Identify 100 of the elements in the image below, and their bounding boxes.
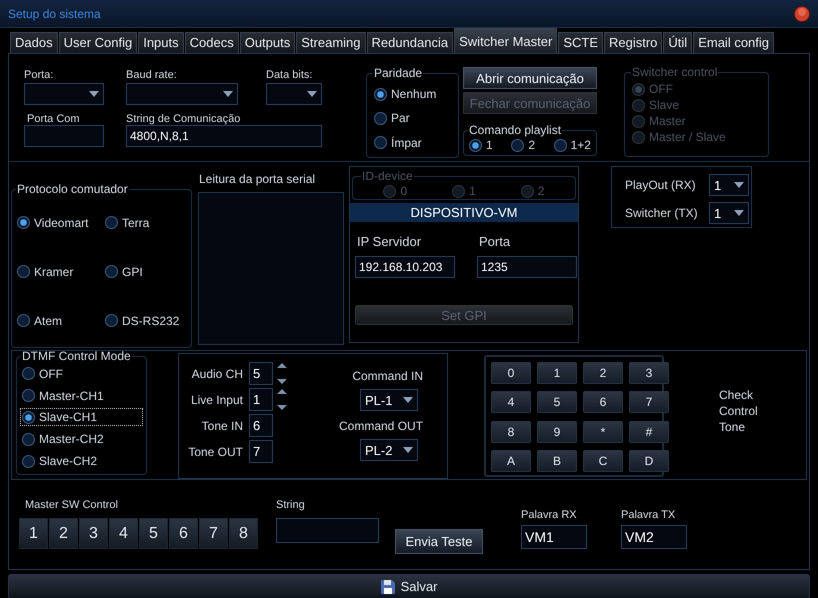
radio-option[interactable]: Master-CH1 — [21, 388, 142, 404]
tab[interactable]: Útil — [663, 32, 692, 53]
key[interactable]: C — [583, 450, 623, 472]
key[interactable]: 8 — [491, 420, 531, 442]
tab[interactable]: Switcher Master — [454, 28, 558, 53]
key[interactable]: 3 — [79, 518, 108, 549]
key[interactable]: 1 — [537, 362, 577, 384]
input-field[interactable]: 4800,N,8,1 — [126, 125, 322, 147]
radio-option[interactable]: OFF — [21, 366, 142, 382]
button[interactable]: Envia Teste — [395, 529, 483, 554]
key[interactable]: # — [629, 420, 669, 442]
radio-option[interactable]: Master-CH2 — [21, 431, 142, 448]
field-label: Porta Com — [26, 113, 81, 125]
radio-button[interactable] — [374, 136, 387, 150]
radio-option[interactable]: Videomart — [16, 214, 104, 230]
radio-button[interactable] — [105, 314, 118, 327]
radio-option[interactable]: 1+2 — [552, 137, 592, 153]
key[interactable]: A — [491, 450, 531, 472]
radio-button[interactable] — [22, 410, 35, 424]
save-button[interactable]: Salvar — [8, 574, 810, 598]
tab[interactable]: Outputs — [240, 32, 296, 53]
dropdown[interactable]: 1 — [709, 202, 749, 224]
radio-button[interactable] — [105, 265, 118, 278]
group-title: Paridade — [373, 66, 424, 80]
key[interactable]: D — [629, 450, 669, 472]
key[interactable]: 4 — [109, 518, 138, 549]
dropdown[interactable]: PL-1 — [360, 389, 418, 411]
tab[interactable]: Inputs — [138, 32, 184, 53]
radio-button[interactable] — [22, 454, 35, 468]
radio-button[interactable] — [22, 432, 35, 446]
radio-button[interactable] — [554, 138, 567, 152]
dropdown[interactable] — [266, 83, 322, 105]
key[interactable]: 9 — [537, 420, 577, 442]
input-field[interactable]: 192.168.10.203 — [355, 256, 455, 278]
radio-button[interactable] — [17, 216, 30, 229]
input-field[interactable] — [24, 125, 104, 147]
dropdown[interactable]: 1 — [709, 174, 749, 196]
radio-button[interactable] — [105, 216, 118, 229]
key[interactable]: 7 — [629, 391, 669, 414]
key[interactable]: 5 — [537, 391, 577, 414]
spin-arrows-icon[interactable] — [276, 362, 288, 385]
tab[interactable]: User Config — [58, 32, 138, 53]
key[interactable]: 4 — [491, 391, 531, 414]
key[interactable]: 2 — [49, 518, 78, 549]
radio-option[interactable]: GPI — [104, 264, 184, 280]
radio-button[interactable] — [22, 389, 35, 402]
radio-option[interactable]: Slave-CH1 — [21, 409, 142, 426]
input-field[interactable]: 7 — [249, 440, 273, 463]
input-field[interactable]: 1235 — [477, 256, 577, 278]
tab[interactable]: Codecs — [184, 32, 239, 53]
radio-button[interactable] — [22, 367, 35, 380]
radio-option[interactable]: Nenhum — [373, 86, 452, 102]
input-field[interactable]: VM1 — [521, 525, 587, 549]
input-field[interactable]: 6 — [249, 414, 273, 437]
key[interactable]: 0 — [491, 362, 531, 384]
radio-option[interactable]: 1 — [468, 137, 494, 153]
field-label: Tone IN — [200, 418, 244, 432]
tab[interactable]: SCTE — [558, 32, 603, 53]
input-field[interactable]: 5 — [249, 362, 273, 385]
group-title: Comando playlist — [468, 123, 562, 137]
radio-button[interactable] — [374, 112, 387, 125]
radio-button[interactable] — [17, 265, 30, 278]
close-button[interactable] — [794, 6, 810, 22]
key[interactable]: 7 — [199, 518, 228, 549]
radio-button[interactable] — [469, 138, 482, 152]
tab[interactable]: Email config — [693, 32, 774, 53]
radio-button[interactable] — [511, 138, 524, 152]
tab[interactable]: Streaming — [296, 32, 366, 53]
radio-option[interactable]: Slave-CH2 — [21, 453, 142, 470]
radio-option[interactable]: Par — [373, 110, 452, 126]
key[interactable]: 1 — [19, 518, 48, 549]
tab[interactable]: Registro — [604, 32, 662, 53]
button[interactable]: Abrir comunicação — [463, 67, 597, 89]
input-field[interactable] — [276, 518, 379, 543]
key[interactable]: 2 — [583, 362, 623, 384]
radio-option[interactable]: DS-RS232 — [104, 312, 184, 328]
radio-option[interactable]: Terra — [104, 214, 184, 230]
key[interactable]: 8 — [229, 518, 258, 549]
input-field[interactable]: 1 — [249, 388, 273, 411]
key[interactable]: * — [583, 420, 623, 442]
radio-option[interactable]: Kramer — [16, 264, 104, 280]
input-field[interactable]: VM2 — [621, 525, 687, 549]
field-label: Command OUT — [339, 419, 424, 433]
field-label: String — [276, 499, 305, 511]
radio-option[interactable]: 2 — [510, 137, 536, 153]
field-label: Tone OUT — [187, 444, 244, 458]
key[interactable]: 6 — [169, 518, 198, 549]
key[interactable]: 3 — [629, 362, 669, 384]
radio-option[interactable]: Ímpar — [373, 134, 452, 151]
key[interactable]: 5 — [139, 518, 168, 549]
radio-option[interactable]: Atem — [16, 312, 104, 328]
key[interactable]: B — [537, 450, 577, 472]
tab[interactable]: Dados — [10, 32, 58, 53]
spin-arrows-icon[interactable] — [276, 388, 288, 411]
dropdown[interactable]: PL-2 — [360, 439, 418, 461]
caret-icon — [403, 447, 414, 453]
radio-button[interactable] — [374, 88, 387, 101]
key[interactable]: 6 — [583, 391, 623, 414]
tab[interactable]: Redundancia — [366, 32, 454, 53]
radio-button[interactable] — [17, 314, 30, 327]
